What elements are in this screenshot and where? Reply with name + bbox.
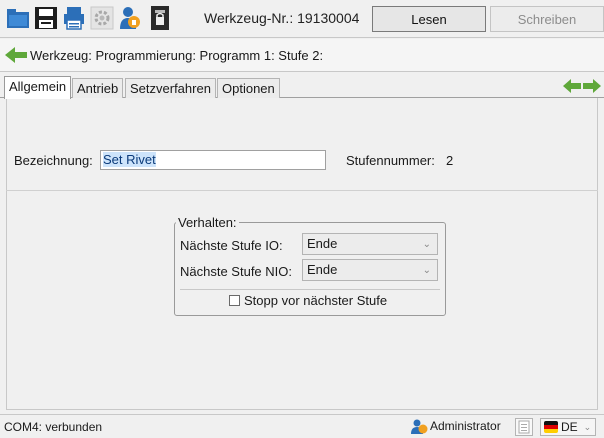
name-input-value: Set Rivet	[103, 152, 156, 167]
settings-gear-icon	[90, 6, 114, 30]
chevron-down-icon: ⌄	[422, 265, 431, 276]
tab-allgemein[interactable]: Allgemein	[4, 76, 72, 99]
tab-navigation	[562, 77, 602, 95]
user-icon	[411, 419, 428, 434]
print-icon[interactable]	[62, 5, 86, 31]
tool-number: Werkzeug-Nr.: 19130004	[204, 10, 360, 26]
previous-arrow-icon[interactable]	[562, 77, 582, 95]
groupbox-separator	[180, 289, 440, 290]
user-indicator[interactable]: Administrator	[410, 418, 501, 434]
next-io-label: Nächste Stufe IO:	[180, 238, 283, 253]
tab-antrieb[interactable]: Antrieb	[72, 78, 124, 98]
german-flag-icon	[544, 421, 558, 433]
tab-optionen[interactable]: Optionen	[217, 78, 280, 98]
chevron-down-icon: ⌄	[583, 421, 592, 432]
step-number-label: Stufennummer:	[346, 153, 435, 168]
next-io-value: Ende	[307, 236, 338, 251]
next-arrow-icon[interactable]	[582, 77, 602, 95]
user-name: Administrator	[430, 419, 501, 433]
write-button[interactable]: Schreiben	[490, 6, 604, 32]
name-label: Bezeichnung:	[14, 153, 93, 168]
name-input[interactable]: Set Rivet	[100, 150, 326, 170]
toolbar: Werkzeug-Nr.: 19130004 Lesen Schreiben	[0, 0, 604, 38]
step-number-value: 2	[446, 153, 454, 168]
tab-bar: Allgemein Antrieb Setzverfahren Optionen	[0, 76, 604, 99]
breadcrumb: Werkzeug: Programmierung: Programm 1: St…	[0, 39, 604, 72]
tab-setzverfahren[interactable]: Setzverfahren	[125, 78, 216, 98]
chevron-down-icon: ⌄	[422, 239, 431, 250]
language-value: DE	[561, 420, 578, 434]
divider	[6, 190, 598, 191]
lock-icon[interactable]	[148, 5, 172, 31]
next-io-select[interactable]: Ende ⌄	[302, 233, 438, 255]
stop-checkbox[interactable]	[229, 295, 240, 306]
user-icon[interactable]	[118, 5, 142, 31]
behavior-title: Verhalten:	[176, 215, 239, 230]
read-button[interactable]: Lesen	[372, 6, 486, 32]
open-folder-icon[interactable]	[6, 5, 30, 31]
language-select[interactable]: DE ⌄	[540, 418, 596, 436]
breadcrumb-text: Werkzeug: Programmierung: Programm 1: St…	[30, 47, 324, 63]
connection-status: COM4: verbunden	[4, 420, 103, 434]
document-icon[interactable]	[515, 418, 533, 436]
save-icon[interactable]	[34, 5, 58, 31]
back-arrow-icon[interactable]	[4, 45, 28, 65]
status-bar: COM4: verbunden Administrator DE ⌄	[0, 414, 604, 438]
next-nio-select[interactable]: Ende ⌄	[302, 259, 438, 281]
stop-checkbox-label[interactable]: Stopp vor nächster Stufe	[244, 293, 387, 308]
next-nio-label: Nächste Stufe NIO:	[180, 264, 292, 279]
next-nio-value: Ende	[307, 262, 338, 277]
